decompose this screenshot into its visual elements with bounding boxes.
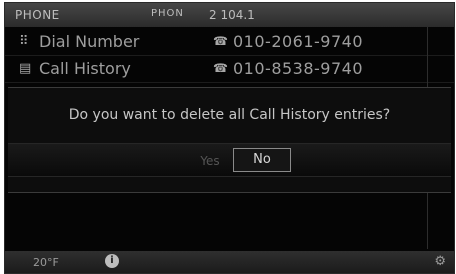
call-history-icon: ▤ [19,61,32,76]
menu-item-label: Dial Number [39,32,140,51]
menu-item-label: Call History [39,59,131,78]
phone-screen: PHONE PHON 2 104.1 ⠿ Dial Number ☎ 010-2… [4,2,455,274]
radio-frequency: 2 104.1 [209,8,255,22]
bottom-bar: 20°F i ⚙ [5,251,454,273]
handset-icon: ☎ [213,34,228,48]
dialog-button-bar: Yes No [8,143,451,177]
yes-button[interactable]: Yes [190,151,230,171]
status-bar: PHONE PHON 2 104.1 [5,3,454,27]
dial-pad-icon: ⠿ [19,34,29,49]
menu-item-call-history[interactable]: ▤ Call History ☎ 010-8538-9740 [5,56,454,83]
confirm-dialog: Do you want to delete all Call History e… [8,87,451,193]
dialog-message: Do you want to delete all Call History e… [68,107,391,123]
phone-number: 010-2061-9740 [233,32,364,51]
gear-icon[interactable]: ⚙ [434,254,446,269]
outside-temperature: 20°F [33,256,59,269]
info-icon[interactable]: i [105,254,119,268]
phone-menu-list: ⠿ Dial Number ☎ 010-2061-9740 ▤ Call His… [5,29,454,83]
handset-icon: ☎ [213,61,228,75]
menu-item-dial-number[interactable]: ⠿ Dial Number ☎ 010-2061-9740 [5,29,454,56]
signal-indicator: PHON [151,8,184,19]
screen-title: PHONE [15,8,60,22]
phone-number: 010-8538-9740 [233,59,364,78]
no-button[interactable]: No [233,148,291,172]
